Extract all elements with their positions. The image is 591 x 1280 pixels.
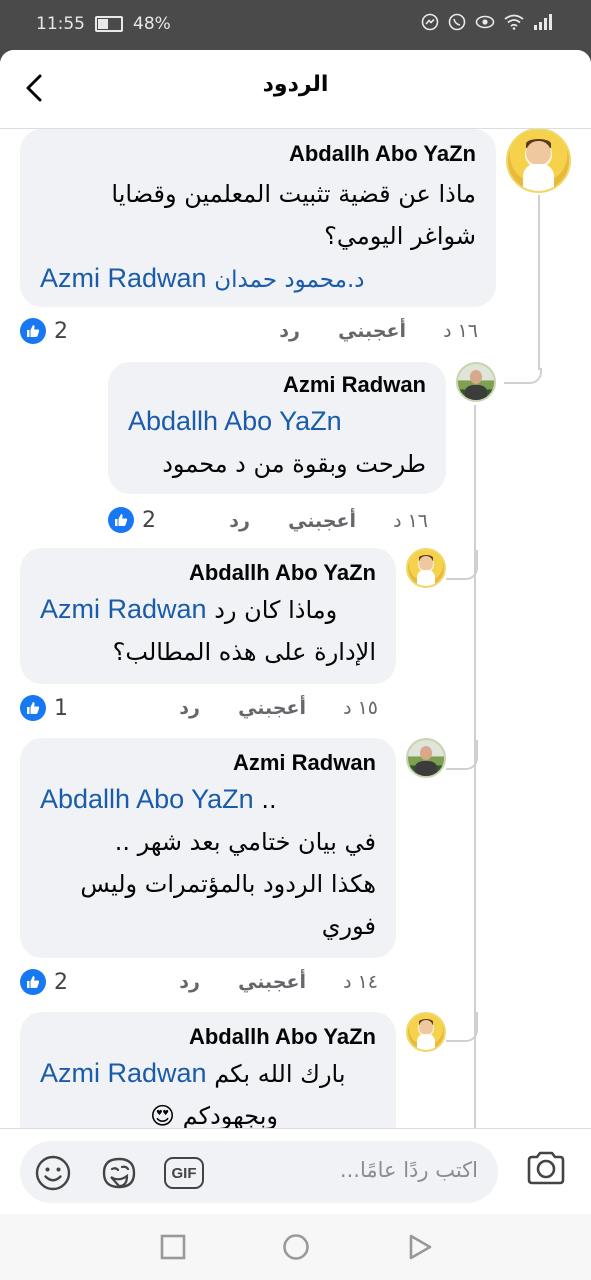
battery-icon xyxy=(95,16,123,32)
like-button[interactable]: أعجبني xyxy=(238,697,306,719)
avatar[interactable] xyxy=(406,1012,446,1052)
comment-text: شواغر اليومي؟ xyxy=(324,222,476,250)
reaction-number: 2 xyxy=(54,318,68,344)
thumbs-up-icon xyxy=(20,318,46,344)
comment-author[interactable]: Azmi Radwan xyxy=(40,750,376,776)
thumbs-up-icon xyxy=(20,969,46,995)
thread-line xyxy=(538,195,540,370)
reaction-number: 1 xyxy=(54,695,68,721)
battery-percent: 48% xyxy=(133,14,171,34)
smiley-icon xyxy=(35,1155,71,1191)
whatsapp-icon xyxy=(448,13,466,36)
camera-icon xyxy=(527,1151,565,1185)
comment-text: وبجهودكم xyxy=(182,1102,278,1128)
comment-bubble[interactable]: Abdallh Abo YaZn Azmi Radwan بارك الله ب… xyxy=(20,1012,396,1128)
like-button[interactable]: أعجبني xyxy=(338,320,406,342)
comment-time: ١٦ د xyxy=(443,320,478,342)
status-time: 11:55 xyxy=(36,14,85,34)
circle-icon xyxy=(283,1234,309,1260)
header: الردود xyxy=(0,50,591,129)
system-navigation-bar xyxy=(0,1214,591,1280)
avatar[interactable] xyxy=(406,738,446,778)
comment-text: بارك الله بكم xyxy=(214,1060,346,1088)
emoji: 😍 xyxy=(150,1102,176,1128)
reaction-count[interactable]: 2 xyxy=(108,507,156,533)
mention-link[interactable]: Azmi Radwan xyxy=(40,1058,207,1088)
status-bar: 11:55 48% xyxy=(0,0,591,50)
sticker-button[interactable] xyxy=(98,1154,140,1192)
reaction-count[interactable]: 2 xyxy=(20,969,68,995)
comment-text: في بيان ختامي بعد شهر .. xyxy=(114,828,376,856)
reply-button[interactable]: رد xyxy=(179,971,200,993)
reaction-count[interactable]: 1 xyxy=(20,695,68,721)
like-button[interactable]: أعجبني xyxy=(238,971,306,993)
reply-input[interactable]: اكتب ردًا عامًا... GIF xyxy=(20,1141,498,1203)
reaction-number: 2 xyxy=(54,969,68,995)
comment-author[interactable]: Abdallh Abo YaZn xyxy=(40,1024,376,1050)
gif-label: GIF xyxy=(171,1164,197,1182)
home-button[interactable] xyxy=(281,1232,311,1262)
comment-time: ١٥ د xyxy=(343,697,378,719)
comment-text: وماذا كان رد xyxy=(214,596,338,624)
reply-button[interactable]: رد xyxy=(179,697,200,719)
comment-time: ١٦ د xyxy=(393,510,428,532)
comment-bubble[interactable]: Azmi Radwan Abdallh Abo YaZn طرحت وبقوة … xyxy=(108,362,446,494)
camera-button[interactable] xyxy=(525,1147,567,1189)
replies-sheet: الردود Abdallh Abo YaZn ماذا عن قضية تثب… xyxy=(0,50,591,1128)
comment-actions: ١٥ د أعجبني رد xyxy=(20,697,396,727)
avatar[interactable] xyxy=(456,362,496,402)
comment-author[interactable]: Azmi Radwan xyxy=(128,372,426,398)
comment-text: فوري xyxy=(321,912,376,940)
comment-text: الإدارة على هذه المطالب؟ xyxy=(112,638,376,666)
mention-link[interactable]: د.محمود حمدان xyxy=(214,267,364,293)
mention-link[interactable]: Azmi Radwan xyxy=(40,594,207,624)
messenger-icon xyxy=(421,13,439,36)
thread-line-curve xyxy=(446,1012,478,1042)
comment-text: ماذا عن قضية تثبيت المعلمين وقضايا xyxy=(111,180,476,208)
comment-author[interactable]: Abdallh Abo YaZn xyxy=(40,560,376,586)
thumbs-up-icon xyxy=(108,507,134,533)
comment-author[interactable]: Abdallh Abo YaZn xyxy=(40,141,476,167)
avatar[interactable] xyxy=(506,128,571,193)
reply-placeholder: اكتب ردًا عامًا... xyxy=(339,1158,478,1182)
comment-text: طرحت وبقوة من د محمود xyxy=(162,450,426,478)
comment-bubble[interactable]: Azmi Radwan Abdallh Abo YaZn .. في بيان … xyxy=(20,738,396,958)
comment-actions: ١٦ د أعجبني رد xyxy=(108,510,446,540)
reaction-number: 2 xyxy=(142,507,156,533)
avatar[interactable] xyxy=(406,548,446,588)
gif-icon: GIF xyxy=(164,1157,204,1189)
square-icon xyxy=(160,1234,186,1260)
comment-actions: ١٤ د أعجبني رد xyxy=(20,971,396,1001)
page-title: الردود xyxy=(262,72,329,97)
reaction-count[interactable]: 2 xyxy=(20,318,68,344)
comment-text: .. xyxy=(261,786,277,814)
signal-icon xyxy=(533,14,553,35)
mention-link[interactable]: Abdallh Abo YaZn xyxy=(40,784,254,814)
eye-icon xyxy=(475,14,495,35)
thread-line-curve xyxy=(446,550,478,580)
like-button[interactable]: أعجبني xyxy=(288,510,356,532)
comment-actions: ١٦ د أعجبني رد xyxy=(20,320,496,350)
mention-link[interactable]: Abdallh Abo YaZn xyxy=(128,406,342,436)
wifi-icon xyxy=(504,14,524,35)
reply-composer: اكتب ردًا عامًا... GIF xyxy=(0,1128,591,1215)
comment-time: ١٤ د xyxy=(343,971,378,993)
gif-button[interactable]: GIF xyxy=(164,1154,208,1192)
sticker-icon xyxy=(102,1157,136,1189)
emoji-button[interactable] xyxy=(34,1154,72,1192)
thumbs-up-icon xyxy=(20,695,46,721)
back-nav-button[interactable] xyxy=(405,1232,435,1262)
recents-button[interactable] xyxy=(158,1232,188,1262)
reply-button[interactable]: رد xyxy=(229,510,250,532)
thread-line-curve xyxy=(504,368,542,384)
mention-link[interactable]: Azmi Radwan xyxy=(40,263,207,293)
comment-bubble[interactable]: Abdallh Abo YaZn Azmi Radwan وماذا كان ر… xyxy=(20,548,396,684)
thread-line-curve xyxy=(446,740,478,770)
reply-button[interactable]: رد xyxy=(279,320,300,342)
comment-bubble[interactable]: Abdallh Abo YaZn ماذا عن قضية تثبيت المع… xyxy=(20,129,496,307)
comment-text: هكذا الردود بالمؤتمرات وليس xyxy=(80,870,376,898)
triangle-back-icon xyxy=(409,1234,432,1260)
